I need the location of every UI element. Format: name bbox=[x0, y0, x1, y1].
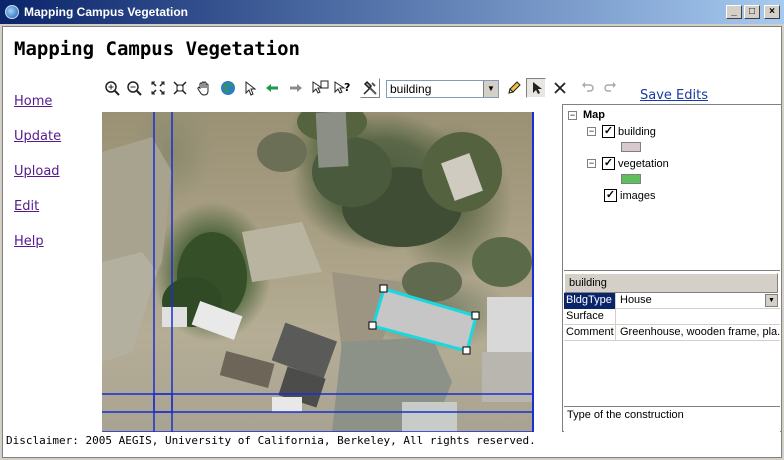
chevron-down-icon[interactable]: ▼ bbox=[765, 294, 778, 307]
property-row-bldgtype[interactable]: BldgType House ▼ bbox=[564, 293, 780, 309]
property-key: BldgType bbox=[564, 293, 616, 309]
vertex-handle[interactable] bbox=[462, 346, 471, 355]
property-key: Surface bbox=[564, 309, 616, 325]
layer-checkbox[interactable]: ✓ bbox=[604, 189, 617, 202]
svg-text:?: ? bbox=[344, 81, 350, 94]
nav-upload-link[interactable]: Upload bbox=[14, 164, 60, 179]
identify-icon[interactable] bbox=[310, 78, 330, 98]
nav-update-link[interactable]: Update bbox=[14, 129, 61, 144]
layer-checkbox[interactable]: ✓ bbox=[602, 125, 615, 138]
zoom-out-icon[interactable] bbox=[124, 78, 144, 98]
property-row-surface[interactable]: Surface bbox=[564, 309, 780, 325]
property-value[interactable]: House bbox=[617, 293, 780, 309]
query-icon[interactable]: ? bbox=[332, 78, 352, 98]
layer-label: vegetation bbox=[618, 157, 669, 170]
save-edits-link[interactable]: Save Edits bbox=[640, 88, 708, 103]
layer-label: building bbox=[618, 125, 656, 138]
layer-checkbox[interactable]: ✓ bbox=[602, 157, 615, 170]
property-value[interactable] bbox=[617, 309, 780, 325]
vertex-handle[interactable] bbox=[471, 311, 480, 320]
page-title: Mapping Campus Vegetation bbox=[14, 38, 300, 60]
maximize-button[interactable]: □ bbox=[744, 5, 760, 19]
vertex-handle[interactable] bbox=[379, 284, 388, 293]
nav-home-link[interactable]: Home bbox=[14, 94, 52, 109]
edit-tools-icon[interactable] bbox=[360, 78, 380, 98]
property-description: Type of the construction bbox=[564, 406, 780, 432]
layer-item-vegetation[interactable]: − ✓ vegetation bbox=[587, 157, 669, 170]
tree-root-map[interactable]: − Map bbox=[568, 109, 605, 121]
pencil-icon[interactable] bbox=[504, 78, 524, 98]
vegetation-legend-swatch bbox=[621, 174, 641, 184]
app-globe-icon bbox=[5, 5, 19, 19]
zoom-in-icon[interactable] bbox=[102, 78, 122, 98]
zoom-full-icon[interactable] bbox=[148, 78, 168, 98]
window-title: Mapping Campus Vegetation bbox=[24, 5, 189, 19]
property-row-comment[interactable]: Comment Greenhouse, wooden frame, pla... bbox=[564, 325, 780, 341]
layer-select-dropdown[interactable]: building ▼ bbox=[386, 80, 499, 98]
close-button[interactable]: × bbox=[764, 5, 780, 19]
layer-label: images bbox=[620, 189, 656, 202]
map-view[interactable] bbox=[102, 112, 534, 432]
collapse-icon[interactable]: − bbox=[568, 110, 577, 120]
nav-help-link[interactable]: Help bbox=[14, 234, 44, 249]
selected-building-feature[interactable] bbox=[102, 112, 534, 432]
building-legend-swatch bbox=[621, 142, 641, 152]
back-arrow-icon[interactable] bbox=[262, 78, 282, 98]
forward-arrow-icon[interactable] bbox=[286, 78, 306, 98]
collapse-icon[interactable]: − bbox=[587, 159, 596, 168]
properties-header: building bbox=[564, 273, 778, 293]
layer-item-building[interactable]: − ✓ building bbox=[587, 125, 656, 138]
pan-hand-icon[interactable] bbox=[194, 78, 214, 98]
delete-icon[interactable] bbox=[550, 78, 570, 98]
zoom-extent-icon[interactable] bbox=[170, 78, 190, 98]
property-value[interactable]: Greenhouse, wooden frame, pla... bbox=[617, 325, 780, 341]
select-feature-icon[interactable] bbox=[526, 78, 546, 98]
select-arrow-icon[interactable] bbox=[240, 78, 260, 98]
globe-icon[interactable] bbox=[218, 78, 238, 98]
window-titlebar: Mapping Campus Vegetation _ □ × bbox=[0, 0, 784, 24]
collapse-icon[interactable]: − bbox=[587, 127, 596, 136]
minimize-button[interactable]: _ bbox=[726, 5, 742, 19]
nav-edit-link[interactable]: Edit bbox=[14, 199, 39, 214]
redo-icon[interactable] bbox=[600, 78, 620, 98]
vertex-handle[interactable] bbox=[368, 321, 377, 330]
disclaimer-text: Disclaimer: 2005 AEGIS, University of Ca… bbox=[6, 434, 536, 447]
chevron-down-icon[interactable]: ▼ bbox=[483, 81, 498, 97]
undo-icon[interactable] bbox=[578, 78, 598, 98]
layer-select-value: building bbox=[390, 82, 432, 96]
tree-root-label: Map bbox=[583, 109, 605, 121]
layer-item-images[interactable]: ✓ images bbox=[604, 189, 655, 202]
property-key: Comment bbox=[564, 325, 616, 341]
